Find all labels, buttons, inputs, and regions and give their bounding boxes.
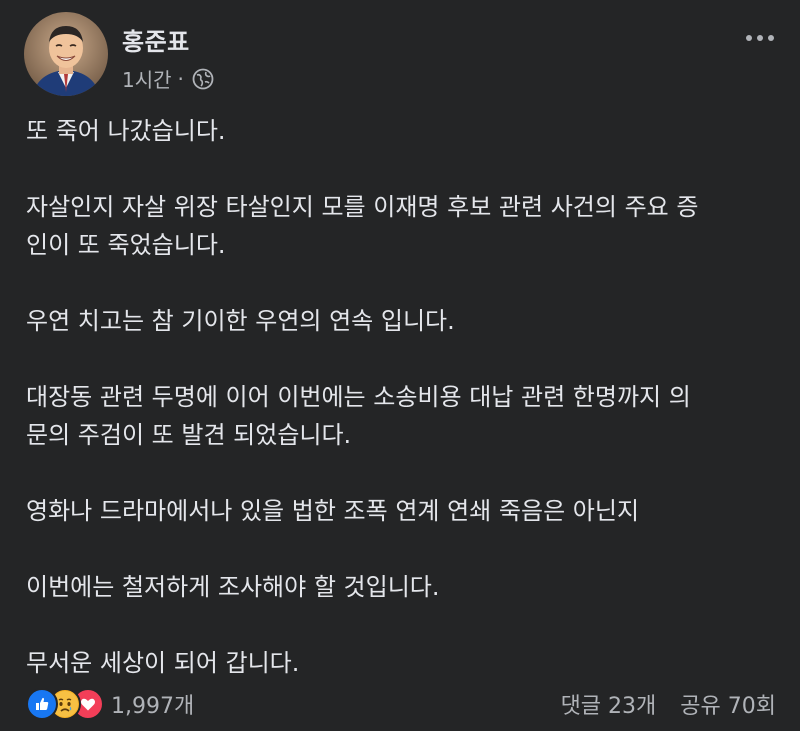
reaction-icons: [26, 688, 104, 720]
reaction-count: 1,997개: [111, 694, 195, 719]
globe-icon[interactable]: [192, 68, 214, 90]
more-dot-icon: [746, 35, 752, 41]
avatar-photo: [24, 12, 108, 96]
post-paragraph: 이번에는 철저하게 조사해야 할 것입니다.: [26, 573, 440, 601]
post-stats: 댓글 23개 공유 70회: [561, 688, 776, 720]
more-options-button[interactable]: [740, 26, 780, 50]
post-paragraph: 무서운 세상이 되어 갑니다.: [26, 649, 300, 677]
comments-count-link[interactable]: 댓글 23개: [561, 688, 657, 720]
post-footer: 1,997개 댓글 23개 공유 70회: [26, 684, 776, 724]
post-header: 홍준표 1시간 ·: [24, 12, 780, 98]
post-paragraph: 우연 치고는 참 기이한 우연의 연속 입니다.: [26, 307, 455, 335]
reactions-summary[interactable]: 1,997개: [26, 688, 194, 720]
more-dot-icon: [757, 35, 763, 41]
shares-count-link[interactable]: 공유 70회: [680, 688, 776, 720]
post-paragraph: 영화나 드라마에서나 있을 법한 조폭 연계 연쇄 죽음은 아닌지: [26, 497, 640, 525]
meta-separator: ·: [177, 66, 184, 91]
avatar[interactable]: [24, 12, 108, 96]
author-name[interactable]: 홍준표: [122, 22, 190, 57]
post-time[interactable]: 1시간: [122, 64, 172, 93]
post-body: 또 죽어 나갔습니다. 자살인지 자살 위장 타살인지 모를 이재명 후보 관련…: [26, 112, 766, 682]
like-icon: [26, 688, 58, 720]
post-meta: 1시간 ·: [122, 64, 214, 93]
post-paragraph: 자살인지 자살 위장 타살인지 모를 이재명 후보 관련 사건의 주요 증 인이…: [26, 193, 699, 259]
post-paragraph: 대장동 관련 두명에 이어 이번에는 소송비용 대납 관련 한명까지 의 문의 …: [26, 383, 691, 449]
more-dot-icon: [768, 35, 774, 41]
facebook-post: 홍준표 1시간 · 또 죽어 나갔습니다. 자살인지 자살 위장 타살인지 모를…: [0, 0, 800, 731]
post-paragraph: 또 죽어 나갔습니다.: [26, 117, 226, 145]
